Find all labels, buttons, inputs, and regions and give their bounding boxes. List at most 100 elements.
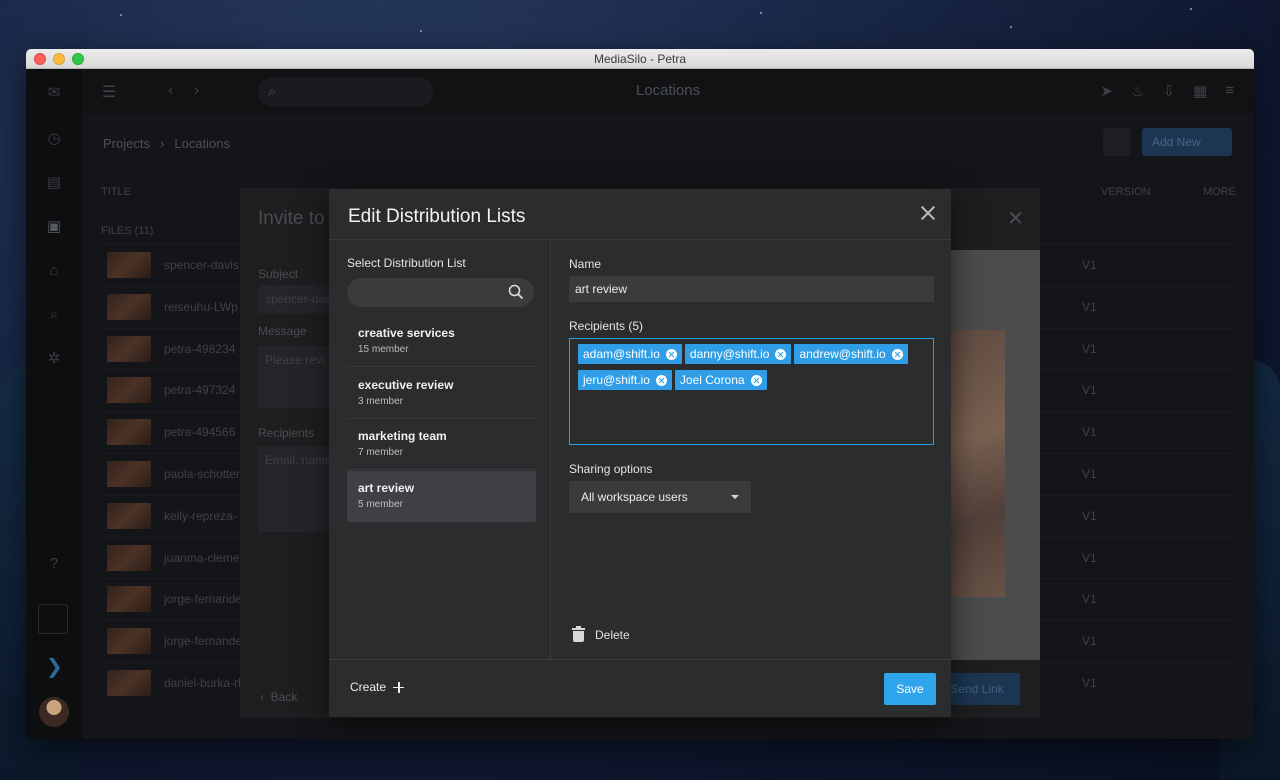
- apps-grid-icon[interactable]: ▦: [1193, 82, 1207, 100]
- column-more: MORE: [1203, 186, 1236, 198]
- file-version: V1: [1082, 592, 1097, 607]
- file-thumbnail: [107, 419, 151, 446]
- delete-label: Delete: [595, 627, 630, 642]
- file-version: V1: [1082, 425, 1097, 440]
- breadcrumb-separator: ›: [159, 136, 165, 151]
- file-thumbnail: [107, 252, 151, 278]
- save-button[interactable]: Save: [884, 673, 936, 705]
- search-icon: [508, 284, 524, 300]
- home-icon[interactable]: ⌂: [46, 263, 62, 279]
- file-thumbnail: [107, 293, 151, 320]
- recipients-label: Recipients (5): [569, 319, 644, 333]
- file-version: V1: [1082, 508, 1097, 523]
- app-body: ✉ ◷ ▤ ▣ ⌂ ⌕ ✲ ? ❯ ☰ ‹ › ⌕ Locations ➤ ♨ …: [26, 69, 1254, 739]
- file-version: V1: [1082, 676, 1097, 690]
- close-icon[interactable]: [918, 203, 938, 223]
- file-name: paola-schotter: [164, 467, 241, 481]
- download-icon[interactable]: ⇩: [1162, 82, 1175, 100]
- distribution-list-item[interactable]: creative services 15 member: [347, 316, 536, 367]
- file-thumbnail: [107, 628, 151, 655]
- recipient-chip-label: Joel Corona: [679, 373, 745, 387]
- invite-title: Invite to: [258, 208, 325, 229]
- recipient-chip: Joel Corona: [674, 370, 767, 390]
- breadcrumb-projects[interactable]: Projects: [103, 136, 150, 151]
- sharing-options-value: All workspace users: [581, 490, 688, 504]
- create-button[interactable]: Create: [350, 680, 405, 694]
- distribution-list-item[interactable]: marketing team 7 member: [347, 419, 536, 470]
- caret-down-icon: [731, 495, 739, 499]
- list-search-input[interactable]: [347, 278, 534, 307]
- name-label: Name: [569, 257, 602, 271]
- list-item-name: art review: [358, 480, 415, 495]
- file-version: V1: [1082, 258, 1097, 272]
- column-title[interactable]: TITLE: [101, 186, 131, 198]
- remove-chip-icon[interactable]: [665, 348, 677, 360]
- trash-icon: [572, 626, 585, 642]
- file-name: juanma-cleme: [164, 550, 240, 565]
- recipients-field[interactable]: adam@shift.io danny@shift.io andrew@shift.…: [569, 338, 934, 445]
- list-item-count: 5 member: [358, 498, 404, 510]
- invite-close-icon[interactable]: ✕: [1007, 206, 1024, 231]
- divider: [329, 659, 951, 660]
- invite-recipients-label: Recipients: [258, 426, 315, 440]
- menu-icon[interactable]: ≡: [1225, 82, 1234, 100]
- breadcrumb-locations[interactable]: Locations: [174, 136, 230, 151]
- search-icon[interactable]: ⌕: [46, 307, 62, 323]
- archive-icon[interactable]: ▣: [46, 219, 62, 235]
- file-version: V1: [1082, 341, 1097, 356]
- recipient-chip-label: jeru@shift.io: [583, 373, 650, 387]
- remove-chip-icon[interactable]: [775, 348, 787, 360]
- divider: [329, 239, 951, 240]
- distribution-list-item[interactable]: executive review 3 member: [347, 368, 536, 419]
- column-version: VERSION: [1101, 186, 1151, 198]
- file-name: petra-498234: [164, 341, 236, 356]
- file-name: petra-494566: [164, 425, 236, 440]
- file-name: kelly-repreza-: [164, 508, 237, 523]
- file-version: V1: [1082, 550, 1097, 565]
- star: [1010, 26, 1012, 28]
- divider: [550, 240, 551, 660]
- dialog-title: Edit Distribution Lists: [348, 206, 526, 227]
- file-name: petra-497324: [164, 383, 236, 398]
- chart-icon[interactable]: ▤: [46, 175, 62, 191]
- send-icon[interactable]: ➤: [1100, 82, 1113, 100]
- help-icon[interactable]: ?: [46, 556, 62, 572]
- star: [120, 14, 122, 16]
- remove-chip-icon[interactable]: [750, 374, 762, 386]
- sharing-options-select[interactable]: All workspace users: [569, 481, 751, 513]
- file-thumbnail: [107, 335, 151, 362]
- list-name-input[interactable]: [569, 276, 934, 302]
- settings-icon[interactable]: ✲: [46, 351, 62, 367]
- files-count-label: FILES (11): [101, 225, 154, 237]
- inbox-icon[interactable]: ✉: [46, 85, 62, 101]
- recipient-chip-label: andrew@shift.io: [799, 347, 886, 361]
- file-name: jorge-fernande: [164, 634, 243, 649]
- workspace-switcher[interactable]: [38, 604, 68, 634]
- window-title: MediaSilo - Petra: [593, 52, 687, 66]
- remove-chip-icon[interactable]: [655, 374, 667, 386]
- list-item-name: creative services: [358, 326, 455, 340]
- star: [1190, 8, 1192, 10]
- file-thumbnail: [107, 377, 151, 404]
- add-new-button[interactable]: Add New: [1142, 128, 1232, 156]
- breadcrumb: Projects › Locations: [103, 136, 230, 151]
- avatar[interactable]: [39, 697, 69, 727]
- page-title: Locations: [635, 82, 701, 99]
- left-rail: ✉ ◷ ▤ ▣ ⌂ ⌕ ✲ ? ❯: [26, 69, 82, 739]
- file-thumbnail: [107, 586, 151, 613]
- invite-preview-image: [951, 330, 1005, 597]
- fire-icon[interactable]: ♨: [1131, 82, 1144, 100]
- app-window: MediaSilo - Petra ✉ ◷ ▤ ▣ ⌂ ⌕ ✲ ? ❯ ☰ ‹ …: [26, 49, 1254, 739]
- filter-button[interactable]: [1103, 128, 1131, 156]
- list-item-count: 7 member: [358, 447, 404, 458]
- edit-distribution-lists-dialog: Edit Distribution Lists Select Distribut…: [329, 189, 951, 717]
- recipient-chip: andrew@shift.io: [794, 344, 908, 364]
- clock-icon[interactable]: ◷: [46, 131, 62, 147]
- logo-icon: ❯: [46, 656, 63, 678]
- delete-button[interactable]: Delete: [572, 626, 630, 642]
- distribution-list-item[interactable]: art review 5 member: [347, 470, 536, 522]
- invite-back-button[interactable]: ‹ Back: [260, 690, 297, 704]
- remove-chip-icon[interactable]: [891, 348, 903, 360]
- file-name: jorge-fernande: [164, 592, 243, 607]
- select-list-label: Select Distribution List: [347, 256, 466, 270]
